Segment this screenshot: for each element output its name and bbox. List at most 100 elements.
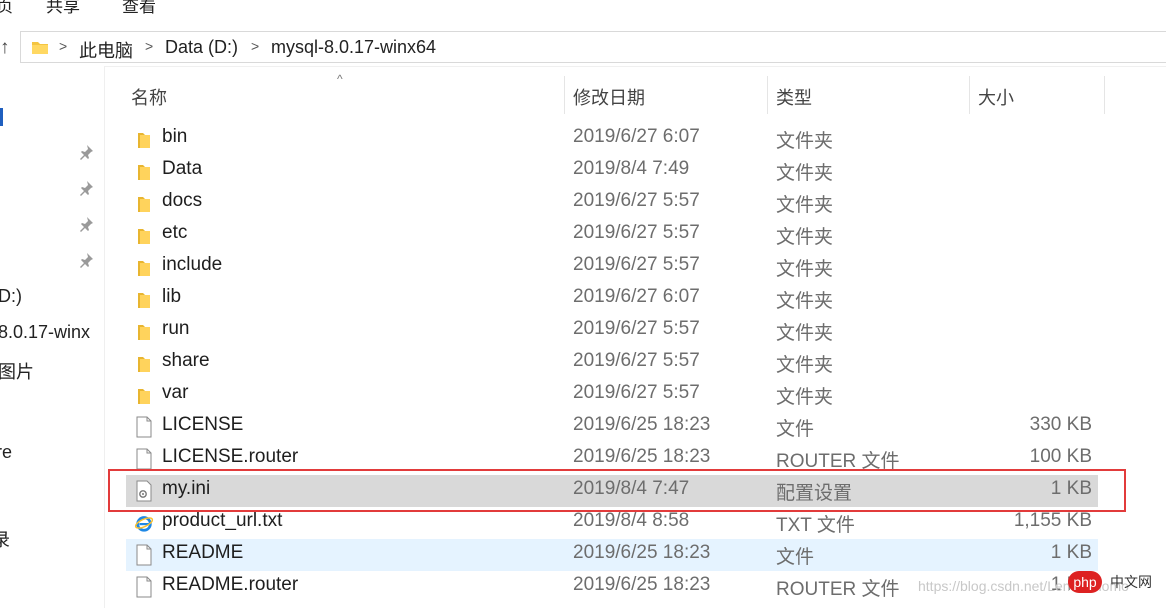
file-name: LICENSE.router <box>162 446 299 467</box>
file-name: Data <box>162 158 203 179</box>
file-type: ROUTER 文件 <box>776 579 900 600</box>
file-name: etc <box>162 222 188 243</box>
pin-icon[interactable] <box>78 252 94 268</box>
file-type: 文件夹 <box>776 387 834 408</box>
ribbon-tabs: 页 共享 查看 <box>0 0 1166 17</box>
file-modified-date: 2019/6/27 5:57 <box>573 190 700 211</box>
file-name: bin <box>162 126 188 147</box>
pin-icon[interactable] <box>78 144 94 160</box>
file-name: README.router <box>162 574 299 595</box>
file-type: 文件夹 <box>776 131 834 152</box>
address-row: ↑ > 此电脑 > Data (D:) > mysql-8.0.17-winx6… <box>0 28 1166 67</box>
folder-icon <box>138 261 150 276</box>
folder-icon <box>138 165 150 180</box>
file-type: 文件 <box>776 419 815 440</box>
file-type: TXT 文件 <box>776 515 855 536</box>
file-icon <box>136 544 152 566</box>
file-row[interactable]: bin 2019/6/27 6:07 文件夹 <box>126 123 1098 155</box>
file-row[interactable]: share 2019/6/27 5:57 文件夹 <box>126 347 1098 379</box>
file-row[interactable]: include 2019/6/27 5:57 文件夹 <box>126 251 1098 283</box>
file-modified-date: 2019/8/4 8:58 <box>573 510 690 531</box>
file-icon <box>136 448 152 470</box>
file-name: LICENSE <box>162 414 244 435</box>
nav-item-record[interactable]: 录 <box>0 526 10 552</box>
file-type: 文件夹 <box>776 227 834 248</box>
file-modified-date: 2019/6/27 5:57 <box>573 318 700 339</box>
column-divider[interactable] <box>564 76 565 114</box>
file-name: product_url.txt <box>162 510 283 531</box>
folder-icon <box>138 229 150 244</box>
up-arrow-icon[interactable]: ↑ <box>0 37 10 59</box>
file-modified-date: 2019/6/27 5:57 <box>573 254 700 275</box>
file-row[interactable]: Data 2019/8/4 7:49 文件夹 <box>126 155 1098 187</box>
watermark-logo: php <box>1068 571 1102 593</box>
file-size: 100 KB <box>1029 446 1092 467</box>
folder-icon <box>138 197 150 212</box>
file-row[interactable]: etc 2019/6/27 5:57 文件夹 <box>126 219 1098 251</box>
file-name: docs <box>162 190 203 211</box>
breadcrumb-folder[interactable]: mysql-8.0.17-winx64 <box>271 37 436 58</box>
file-type: 文件 <box>776 547 815 568</box>
pin-icon[interactable] <box>78 216 94 232</box>
file-size: 1,155 KB <box>1013 510 1092 531</box>
file-type: 文件夹 <box>776 323 834 344</box>
file-modified-date: 2019/6/27 6:07 <box>573 126 700 147</box>
folder-icon <box>138 389 150 404</box>
file-size: 1 KB <box>1050 542 1092 563</box>
file-type: 文件夹 <box>776 291 834 312</box>
column-header-type[interactable]: 类型 <box>776 84 812 110</box>
nav-item-drive[interactable]: D:) <box>0 286 22 307</box>
file-modified-date: 2019/6/25 18:23 <box>573 414 711 435</box>
file-type: 文件夹 <box>776 163 834 184</box>
annotation-highlight-box <box>108 469 1126 512</box>
column-divider[interactable] <box>969 76 970 114</box>
file-modified-date: 2019/6/27 6:07 <box>573 286 700 307</box>
file-type: 文件夹 <box>776 195 834 216</box>
file-modified-date: 2019/6/27 5:57 <box>573 382 700 403</box>
ribbon-tab-view[interactable]: 查看 <box>122 0 156 17</box>
file-modified-date: 2019/6/25 18:23 <box>573 446 711 467</box>
column-header-name[interactable]: 名称 <box>131 84 167 110</box>
file-row[interactable]: run 2019/6/27 5:57 文件夹 <box>126 315 1098 347</box>
file-row[interactable]: README 2019/6/25 18:23 文件 1 KB <box>126 539 1098 571</box>
file-row[interactable]: docs 2019/6/27 5:57 文件夹 <box>126 187 1098 219</box>
nav-item-mysql[interactable]: 8.0.17-winx <box>0 322 90 343</box>
navigation-pane: D:) 8.0.17-winx 图片 re 录 <box>0 66 105 608</box>
file-name: lib <box>162 286 182 307</box>
column-header: ^ 名称 修改日期 类型 大小 <box>104 70 1166 114</box>
file-name: include <box>162 254 223 275</box>
column-header-date[interactable]: 修改日期 <box>573 84 645 110</box>
nav-item-onedrive[interactable]: re <box>0 442 12 463</box>
column-header-size[interactable]: 大小 <box>978 84 1014 110</box>
nav-item-pictures[interactable]: 图片 <box>0 358 34 384</box>
file-row[interactable]: lib 2019/6/27 6:07 文件夹 <box>126 283 1098 315</box>
address-bar[interactable]: > 此电脑 > Data (D:) > mysql-8.0.17-winx64 <box>20 31 1166 63</box>
chevron-right-icon[interactable]: > <box>251 38 259 54</box>
chevron-right-icon[interactable]: > <box>59 38 67 54</box>
file-modified-date: 2019/6/25 18:23 <box>573 542 711 563</box>
file-row[interactable]: LICENSE 2019/6/25 18:23 文件 330 KB <box>126 411 1098 443</box>
nav-selection-marker <box>0 108 3 126</box>
file-icon <box>136 416 152 438</box>
file-icon <box>136 576 152 598</box>
file-size: 330 KB <box>1029 414 1092 435</box>
file-row[interactable]: var 2019/6/27 5:57 文件夹 <box>126 379 1098 411</box>
column-divider[interactable] <box>1104 76 1105 114</box>
folder-icon <box>32 42 48 54</box>
breadcrumb-drive[interactable]: Data (D:) <box>165 37 238 58</box>
file-modified-date: 2019/8/4 7:49 <box>573 158 690 179</box>
file-modified-date: 2019/6/27 5:57 <box>573 222 700 243</box>
ribbon-tab-page[interactable]: 页 <box>0 0 13 17</box>
ribbon-tab-share[interactable]: 共享 <box>46 0 80 17</box>
sort-caret-icon: ^ <box>337 72 343 86</box>
column-divider[interactable] <box>767 76 768 114</box>
breadcrumb-this-pc[interactable]: 此电脑 <box>79 37 133 63</box>
pin-icon[interactable] <box>78 180 94 196</box>
file-type: 文件夹 <box>776 355 834 376</box>
file-type: 文件夹 <box>776 259 834 280</box>
file-modified-date: 2019/6/25 18:23 <box>573 574 711 595</box>
file-modified-date: 2019/6/27 5:57 <box>573 350 700 371</box>
chevron-right-icon[interactable]: > <box>145 38 153 54</box>
folder-icon <box>138 133 150 148</box>
folder-icon <box>138 293 150 308</box>
